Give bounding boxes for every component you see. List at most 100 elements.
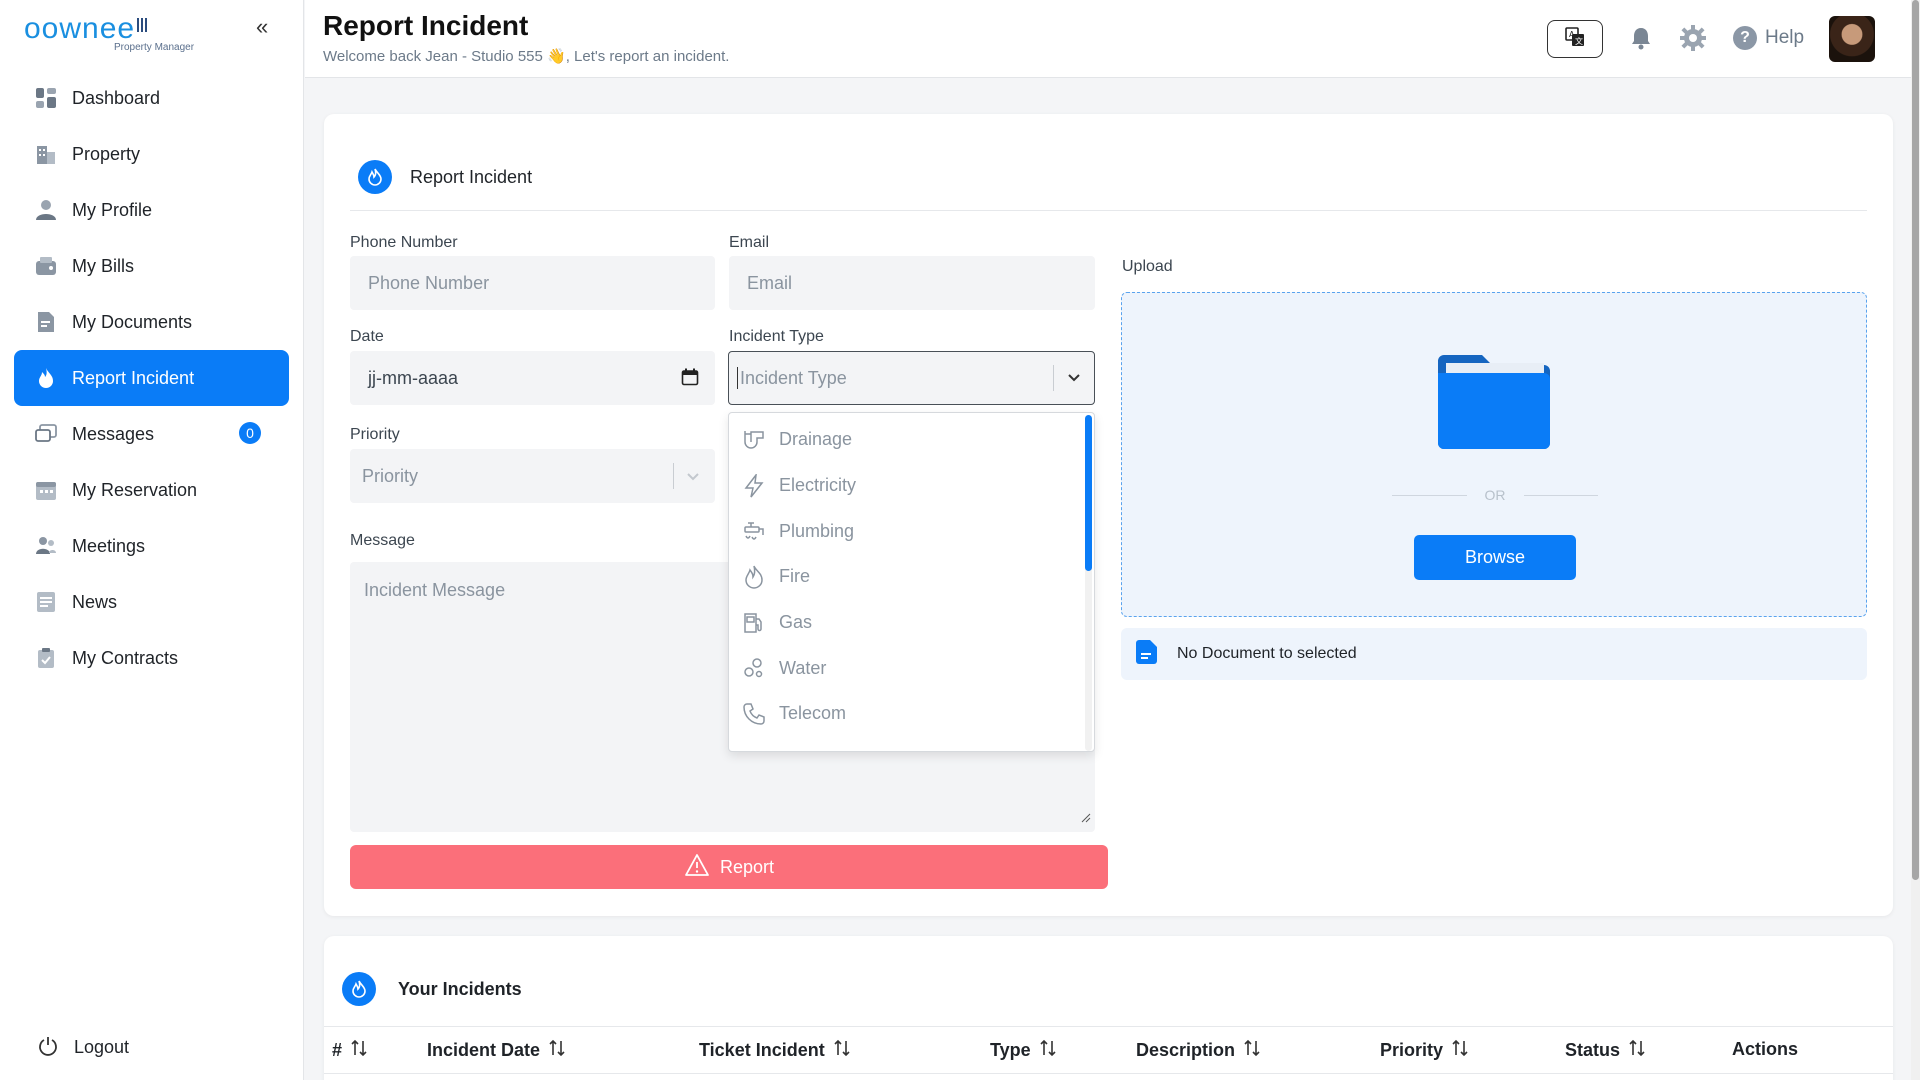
- sort-icon: [833, 1039, 851, 1062]
- logout-button[interactable]: Logout: [38, 1036, 129, 1058]
- lightning-icon: [741, 473, 767, 499]
- column-header-index[interactable]: #: [332, 1039, 368, 1062]
- sidebar-item-property[interactable]: Property: [14, 126, 289, 182]
- folder-icon: [1438, 351, 1552, 456]
- sort-icon: [1039, 1039, 1057, 1062]
- column-header-incident-date[interactable]: Incident Date: [427, 1039, 566, 1062]
- sidebar-item-label: Property: [72, 143, 141, 164]
- dashboard-icon: [34, 86, 58, 110]
- option-electricity[interactable]: Electricity: [729, 463, 1094, 509]
- column-header-description[interactable]: Description: [1136, 1039, 1261, 1062]
- sidebar-item-my-reservation[interactable]: My Reservation: [14, 462, 289, 518]
- dropdown-scrollbar[interactable]: [1085, 415, 1092, 751]
- brand-logo[interactable]: oownee Property Manager: [24, 12, 214, 53]
- option-label: Electricity: [779, 475, 857, 496]
- sidebar-item-messages[interactable]: Messages 0: [14, 406, 289, 462]
- sidebar-item-label: Meetings: [72, 535, 146, 556]
- incidents-title: Your Incidents: [398, 978, 522, 999]
- messages-count-badge: 0: [239, 422, 261, 444]
- browse-button[interactable]: Browse: [1414, 535, 1576, 580]
- sidebar-item-label: Messages: [72, 423, 155, 444]
- date-value: jj-mm-aaaa: [368, 367, 459, 388]
- sort-icon: [1243, 1039, 1261, 1062]
- svg-text:文: 文: [1575, 36, 1583, 46]
- phone-icon: [741, 701, 767, 727]
- sidebar-item-label: Dashboard: [72, 87, 161, 108]
- column-header-status[interactable]: Status: [1565, 1039, 1646, 1062]
- option-label: Telecom: [779, 703, 847, 724]
- page-title: Report Incident: [323, 10, 529, 41]
- date-input[interactable]: jj-mm-aaaa: [350, 351, 715, 405]
- option-plumbing[interactable]: Plumbing: [729, 508, 1094, 554]
- priority-select[interactable]: Priority: [350, 449, 715, 503]
- option-telecom[interactable]: Telecom: [729, 691, 1094, 737]
- gas-pump-icon: [741, 610, 767, 636]
- option-label: Gas: [779, 612, 813, 633]
- option-water[interactable]: Water: [729, 645, 1094, 691]
- upload-dropzone[interactable]: OR Browse: [1121, 292, 1867, 617]
- sort-icon: [350, 1039, 368, 1062]
- sidebar-item-report-incident[interactable]: Report Incident: [14, 350, 289, 406]
- column-header-ticket-incident[interactable]: Ticket Incident: [699, 1039, 851, 1062]
- option-drainage[interactable]: Drainage: [729, 417, 1094, 463]
- document-icon: [34, 310, 58, 334]
- column-header-actions: Actions: [1732, 1039, 1798, 1060]
- select-separator: [1053, 365, 1054, 391]
- incident-type-label: Incident Type: [729, 328, 824, 345]
- sidebar-item-label: My Bills: [72, 255, 134, 276]
- phone-input[interactable]: Phone Number: [350, 256, 715, 310]
- building-icon: [34, 142, 58, 166]
- flame-icon: [342, 972, 376, 1006]
- chevron-down-icon[interactable]: [1066, 369, 1082, 390]
- email-input[interactable]: Email: [729, 256, 1095, 310]
- email-label: Email: [729, 234, 770, 251]
- incident-type-dropdown: Drainage Electricity Plumbing Fire Gas W…: [728, 412, 1095, 752]
- column-header-priority[interactable]: Priority: [1380, 1039, 1469, 1062]
- option-label: Drainage: [779, 429, 853, 450]
- calendar-icon[interactable]: [681, 368, 699, 391]
- pipe-icon: [741, 427, 767, 453]
- sidebar-item-meetings[interactable]: Meetings: [14, 518, 289, 574]
- sidebar-item-label: My Profile: [72, 199, 153, 220]
- sidebar-item-my-profile[interactable]: My Profile: [14, 182, 289, 238]
- report-label: Report: [719, 856, 775, 877]
- card-title: Report Incident: [410, 166, 533, 187]
- or-text: OR: [1484, 487, 1506, 503]
- report-button[interactable]: Report: [350, 845, 1108, 889]
- sidebar-item-dashboard[interactable]: Dashboard: [14, 70, 289, 126]
- divider: [350, 210, 1867, 211]
- column-label: Ticket Incident: [699, 1040, 825, 1060]
- date-label: Date: [350, 328, 384, 345]
- collapse-sidebar-button[interactable]: «: [256, 14, 268, 40]
- user-avatar[interactable]: [1829, 16, 1875, 62]
- column-header-type[interactable]: Type: [990, 1039, 1057, 1062]
- option-fire[interactable]: Fire: [729, 554, 1094, 600]
- chevron-down-icon[interactable]: [685, 468, 701, 489]
- sidebar-item-news[interactable]: News: [14, 574, 289, 630]
- dropdown-scrollbar-thumb[interactable]: [1085, 415, 1092, 571]
- translate-button[interactable]: A文: [1547, 20, 1603, 58]
- priority-placeholder: Priority: [362, 465, 419, 486]
- news-icon: [34, 590, 58, 614]
- column-label: Incident Date: [427, 1040, 541, 1060]
- gear-icon[interactable]: [1679, 24, 1707, 57]
- wallet-icon: [34, 254, 58, 278]
- option-gas[interactable]: Gas: [729, 600, 1094, 646]
- incident-type-select[interactable]: Incident Type: [728, 351, 1095, 405]
- page-scrollbar-thumb[interactable]: [1912, 0, 1919, 880]
- sidebar-item-my-documents[interactable]: My Documents: [14, 294, 289, 350]
- sidebar-item-my-bills[interactable]: My Bills: [14, 238, 289, 294]
- help-button[interactable]: ? Help: [1733, 26, 1804, 50]
- or-line-left: [1392, 494, 1467, 496]
- page-scrollbar[interactable]: [1911, 0, 1920, 1080]
- option-label: Fire: [779, 566, 810, 587]
- power-icon: [38, 1036, 60, 1058]
- bell-icon[interactable]: [1630, 26, 1652, 55]
- question-icon: ?: [1733, 26, 1757, 50]
- column-label: #: [332, 1040, 343, 1060]
- incidents-header: Your Incidents: [342, 972, 522, 1006]
- column-label: Description: [1136, 1040, 1236, 1060]
- sidebar-item-my-contracts[interactable]: My Contracts: [14, 630, 289, 686]
- resize-handle-icon[interactable]: [1081, 807, 1091, 828]
- sidebar-item-label: My Reservation: [72, 479, 198, 500]
